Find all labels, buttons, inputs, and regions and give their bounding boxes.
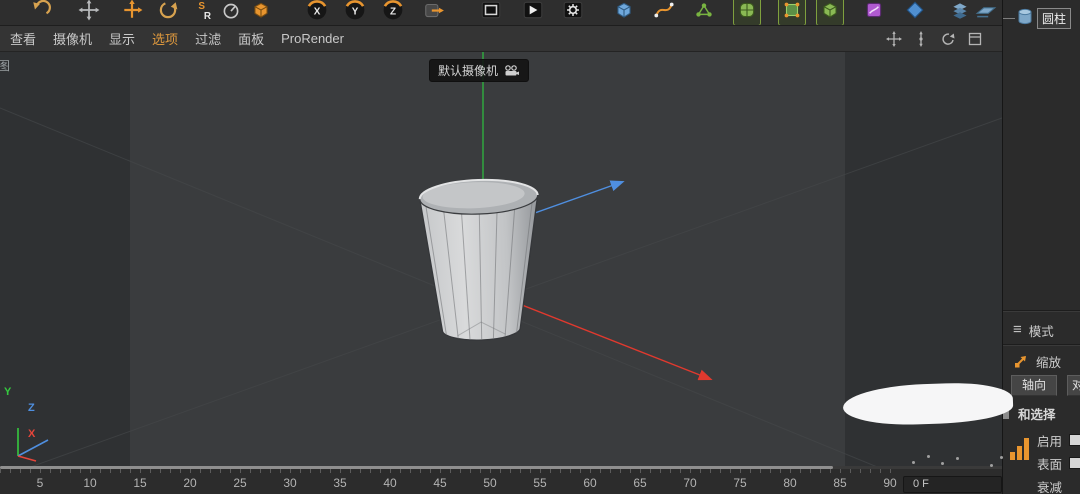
timeline-tick-label: 75 — [726, 476, 754, 490]
row-surface: 表面 — [1003, 452, 1080, 474]
deformer-icon[interactable] — [861, 0, 887, 25]
enable-checkbox[interactable] — [1069, 434, 1080, 446]
camera-icon — [504, 65, 520, 76]
hamburger-menu-icon: ≡ — [1013, 325, 1022, 335]
timeline-tick-label: 10 — [76, 476, 104, 490]
viewport-pan-icon[interactable] — [885, 30, 903, 48]
floor-icon[interactable] — [973, 0, 999, 25]
viewport-rotate-icon[interactable] — [939, 30, 957, 48]
timeline-tick-label: 85 — [826, 476, 854, 490]
timeline-tick-label: 45 — [426, 476, 454, 490]
tree-connector — [1003, 18, 1015, 19]
right-panel: 圆柱 ≡ 模式 缩放 轴向 对 和选择 启用 表面 — [1002, 0, 1080, 494]
cylinder-object — [419, 178, 543, 342]
panel-divider — [1003, 310, 1080, 312]
mograph-icon[interactable] — [691, 0, 717, 25]
tool-title-row[interactable]: 缩放 — [1003, 349, 1080, 373]
pan-tool-icon[interactable] — [76, 0, 102, 25]
annotation-dot — [1000, 456, 1003, 459]
menu-prorender[interactable]: ProRender — [281, 31, 344, 46]
top-toolbar: SR X Y Z — [0, 0, 1002, 26]
cylinder-object-icon[interactable] — [1016, 7, 1034, 27]
timeline: 0 5 10 15 20 25 30 35 40 45 50 55 60 65 70 75 80 85 90 0 F — [0, 466, 1002, 494]
timeline-tick-label: 35 — [326, 476, 354, 490]
timeline-tick-label: 90 — [876, 476, 904, 490]
render-settings-icon[interactable] — [560, 0, 586, 25]
timeline-tick-label: 55 — [526, 476, 554, 490]
row-enable: 启用 — [1003, 429, 1080, 451]
menu-display[interactable]: 显示 — [109, 29, 135, 48]
menu-panel[interactable]: 面板 — [238, 29, 264, 48]
tab-axis[interactable]: 轴向 — [1011, 375, 1057, 396]
timeline-tick-label: 15 — [126, 476, 154, 490]
timeline-tick-label: 60 — [576, 476, 604, 490]
timeline-ruler[interactable]: 051015202530354045505560657075808590 — [0, 469, 900, 494]
snap-icon[interactable] — [218, 0, 244, 25]
camera-label-text: 默认摄像机 — [438, 62, 498, 79]
undo-icon[interactable] — [28, 0, 54, 25]
tab-soft-selection-clipped[interactable]: 对 — [1067, 375, 1080, 396]
gizmo-z-label: Z — [28, 402, 35, 414]
render-picture-viewer-icon[interactable] — [520, 0, 546, 25]
object-item-cylinder[interactable]: 圆柱 — [1037, 8, 1071, 29]
camera-label[interactable]: 默认摄像机 — [429, 59, 529, 82]
timeline-tick-label: 0 — [0, 476, 11, 490]
z-axis-lock-icon[interactable]: Z — [380, 0, 406, 25]
axis-x-line — [494, 294, 710, 379]
polygons-mode-icon[interactable] — [817, 0, 843, 25]
points-mode-icon[interactable] — [779, 0, 805, 25]
timeline-tick-label: 30 — [276, 476, 304, 490]
viewport-maximize-icon[interactable] — [966, 30, 984, 48]
annotation-dot — [927, 455, 930, 458]
annotation-dot — [941, 462, 944, 465]
timeline-tick-label: 50 — [476, 476, 504, 490]
menu-camera[interactable]: 摄像机 — [53, 29, 92, 48]
model-cube-icon[interactable] — [248, 0, 274, 25]
current-frame-field[interactable]: 0 F — [903, 476, 1002, 493]
row-falloff: 衰减 — [1003, 475, 1080, 494]
workplane-icon[interactable] — [421, 0, 447, 25]
menu-view[interactable]: 查看 — [10, 29, 36, 48]
timeline-tick-label: 65 — [626, 476, 654, 490]
attributes-mode-menu[interactable]: ≡ 模式 — [1003, 318, 1080, 342]
gizmo-y-label: Y — [4, 386, 11, 398]
move-tool-icon[interactable] — [119, 0, 145, 25]
x-axis-lock-icon[interactable]: X — [304, 0, 330, 25]
primitive-cube-icon[interactable] — [611, 0, 637, 25]
viewport-nav-icons — [885, 30, 992, 48]
scale-rotate-sr-icon[interactable]: SR — [192, 0, 218, 25]
render-view-icon[interactable] — [478, 0, 504, 25]
gizmo-x-label: X — [28, 428, 35, 440]
svg-text:R: R — [204, 11, 211, 21]
menu-options[interactable]: 选项 — [152, 29, 178, 48]
timeline-tick-label: 80 — [776, 476, 804, 490]
svg-text:X: X — [314, 6, 321, 17]
rotate-tool-icon[interactable] — [155, 0, 181, 25]
y-axis-lock-icon[interactable]: Y — [342, 0, 368, 25]
surface-checkbox[interactable] — [1069, 457, 1080, 469]
viewport-menu-bar: 查看 摄像机 显示 选项 过滤 面板 ProRender — [0, 26, 1002, 52]
layers-icon[interactable] — [947, 0, 973, 25]
group-header-soft-selection[interactable]: 和选择 — [1003, 402, 1080, 424]
menu-filter[interactable]: 过滤 — [195, 29, 221, 48]
view-label: 视图 — [0, 57, 10, 74]
timeline-tick-label: 5 — [26, 476, 54, 490]
timeline-tick-label: 25 — [226, 476, 254, 490]
timeline-tick-label: 40 — [376, 476, 404, 490]
scale-tool-icon — [1013, 353, 1029, 369]
timeline-tick-label: 70 — [676, 476, 704, 490]
panel-divider-2 — [1003, 344, 1080, 346]
spline-pen-icon[interactable] — [651, 0, 677, 25]
annotation-dot — [990, 464, 993, 467]
svg-text:Y: Y — [352, 6, 359, 17]
model-mode-icon[interactable] — [734, 0, 760, 25]
viewport-zoom-icon[interactable] — [912, 30, 930, 48]
annotation-dot — [956, 457, 959, 460]
timeline-tick-label: 20 — [176, 476, 204, 490]
svg-text:Z: Z — [390, 6, 396, 17]
application-window: SR X Y Z — [0, 0, 1080, 494]
volume-icon[interactable] — [902, 0, 928, 25]
annotation-dot — [912, 461, 915, 464]
